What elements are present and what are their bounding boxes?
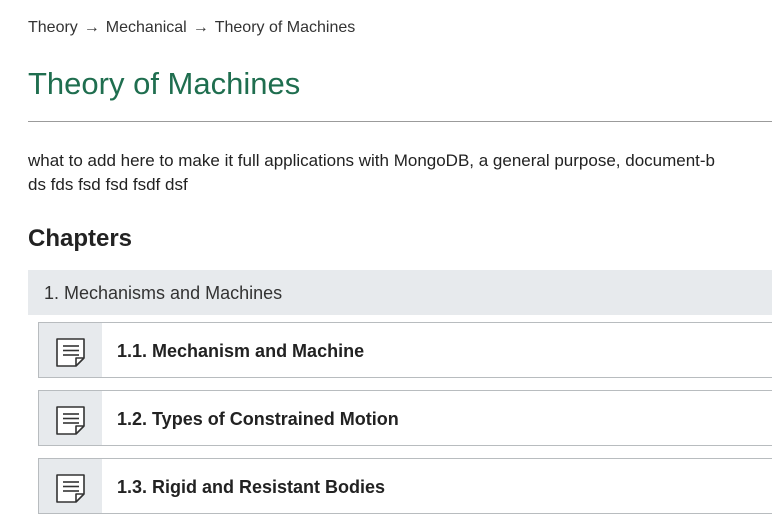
breadcrumb-separator: → bbox=[83, 19, 100, 36]
document-icon bbox=[56, 338, 85, 367]
section-item-1-1[interactable]: 1.1. Mechanism and Machine bbox=[38, 322, 772, 378]
section-icon-cell bbox=[39, 459, 102, 513]
section-label: 1.1. Mechanism and Machine bbox=[117, 341, 365, 361]
breadcrumb-link-mechanical[interactable]: Mechanical bbox=[106, 19, 187, 36]
description-line-2: ds fds fsd fsd fsdf dsf bbox=[28, 175, 188, 194]
chapter-header-1[interactable]: 1. Mechanisms and Machines bbox=[28, 270, 772, 315]
section-icon-cell bbox=[39, 391, 102, 445]
breadcrumb-current: Theory of Machines bbox=[214, 19, 356, 36]
title-divider bbox=[28, 121, 772, 122]
section-icon-cell bbox=[39, 323, 102, 377]
chapters-heading: Chapters bbox=[28, 225, 133, 252]
page-description: what to add here to make it full applica… bbox=[28, 149, 772, 197]
breadcrumb-link-theory[interactable]: Theory bbox=[28, 19, 78, 36]
page-title: Theory of Machines bbox=[28, 66, 301, 101]
section-item-1-3[interactable]: 1.3. Rigid and Resistant Bodies bbox=[38, 458, 772, 514]
document-icon bbox=[56, 474, 85, 503]
section-item-1-2[interactable]: 1.2. Types of Constrained Motion bbox=[38, 390, 772, 446]
page: Theory → Mechanical → Theory of Machines The… bbox=[0, 0, 772, 525]
section-label: 1.2. Types of Constrained Motion bbox=[117, 409, 399, 429]
breadcrumb-separator: → bbox=[192, 19, 209, 36]
description-line-1: what to add here to make it full applica… bbox=[28, 151, 716, 170]
chapter-title: 1. Mechanisms and Machines bbox=[44, 283, 283, 303]
document-icon bbox=[56, 406, 85, 435]
section-label: 1.3. Rigid and Resistant Bodies bbox=[117, 477, 386, 497]
breadcrumb: Theory → Mechanical → Theory of Machines bbox=[28, 19, 355, 37]
